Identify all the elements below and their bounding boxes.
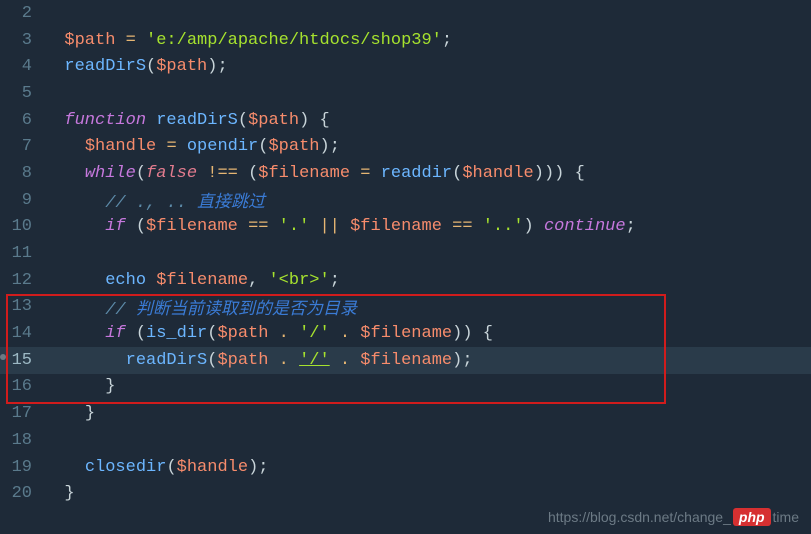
code-line: 17 } [0,400,811,427]
code-line-current: 15 readDirS($path . '/' . $filename); [0,347,811,374]
code-line: 5 [0,80,811,107]
code-line: 14 if (is_dir($path . '/' . $filename)) … [0,320,811,347]
code-content: function readDirS($path) { [44,111,811,130]
code-line: 12 echo $filename, '<br>'; [0,267,811,294]
code-line: 10 if ($filename == '.' || $filename == … [0,214,811,241]
line-number: 8 [0,164,44,183]
code-content: echo $filename, '<br>'; [44,271,811,290]
line-number: 19 [0,458,44,477]
code-content: $handle = opendir($path); [44,137,811,156]
watermark-prefix: https://blog.csdn.net/change_ [548,509,731,525]
code-line: 4 readDirS($path); [0,53,811,80]
line-number: 2 [0,4,44,23]
line-number: 10 [0,217,44,236]
code-editor: 2 3 $path = 'e:/amp/apache/htdocs/shop39… [0,0,811,534]
line-number: 20 [0,484,44,503]
watermark-badge: php [733,508,771,526]
line-number: 18 [0,431,44,450]
code-line: 18 [0,427,811,454]
code-line: 9 // ., .. 直接跳过 [0,187,811,214]
line-number: 9 [0,191,44,210]
code-line: 7 $handle = opendir($path); [0,133,811,160]
code-line: 19 closedir($handle); [0,454,811,481]
code-content: if ($filename == '.' || $filename == '..… [44,217,811,236]
code-line: 11 [0,240,811,267]
line-number: 14 [0,324,44,343]
line-number: 12 [0,271,44,290]
code-content: // ., .. 直接跳过 [44,187,811,213]
code-line: 6 function readDirS($path) { [0,107,811,134]
line-number: 7 [0,137,44,156]
code-content: } [44,404,811,423]
code-content: } [44,377,811,396]
code-content: $path = 'e:/amp/apache/htdocs/shop39'; [44,31,811,50]
code-line: 20 } [0,480,811,507]
code-line: 2 [0,0,811,27]
line-number: 5 [0,84,44,103]
watermark-text: https://blog.csdn.net/change_phptime [548,508,799,526]
line-number: 16 [0,377,44,396]
code-content: if (is_dir($path . '/' . $filename)) { [44,324,811,343]
gutter-marker-icon [0,354,6,360]
line-number: 4 [0,57,44,76]
line-number: 17 [0,404,44,423]
code-content: // 判断当前读取到的是否为目录 [44,294,811,320]
code-line: 13 // 判断当前读取到的是否为目录 [0,294,811,321]
code-content: } [44,484,811,503]
code-content: while(false !== ($filename = readdir($ha… [44,164,811,183]
line-number: 3 [0,31,44,50]
code-line: 3 $path = 'e:/amp/apache/htdocs/shop39'; [0,27,811,54]
line-number: 11 [0,244,44,263]
line-number: 13 [0,297,44,316]
code-line: 16 } [0,374,811,401]
watermark-suffix: time [773,509,799,525]
line-number: 15 [0,351,44,370]
line-number: 6 [0,111,44,130]
code-content: readDirS($path . '/' . $filename); [44,351,811,370]
code-line: 8 while(false !== ($filename = readdir($… [0,160,811,187]
code-content: closedir($handle); [44,458,811,477]
code-content: readDirS($path); [44,57,811,76]
